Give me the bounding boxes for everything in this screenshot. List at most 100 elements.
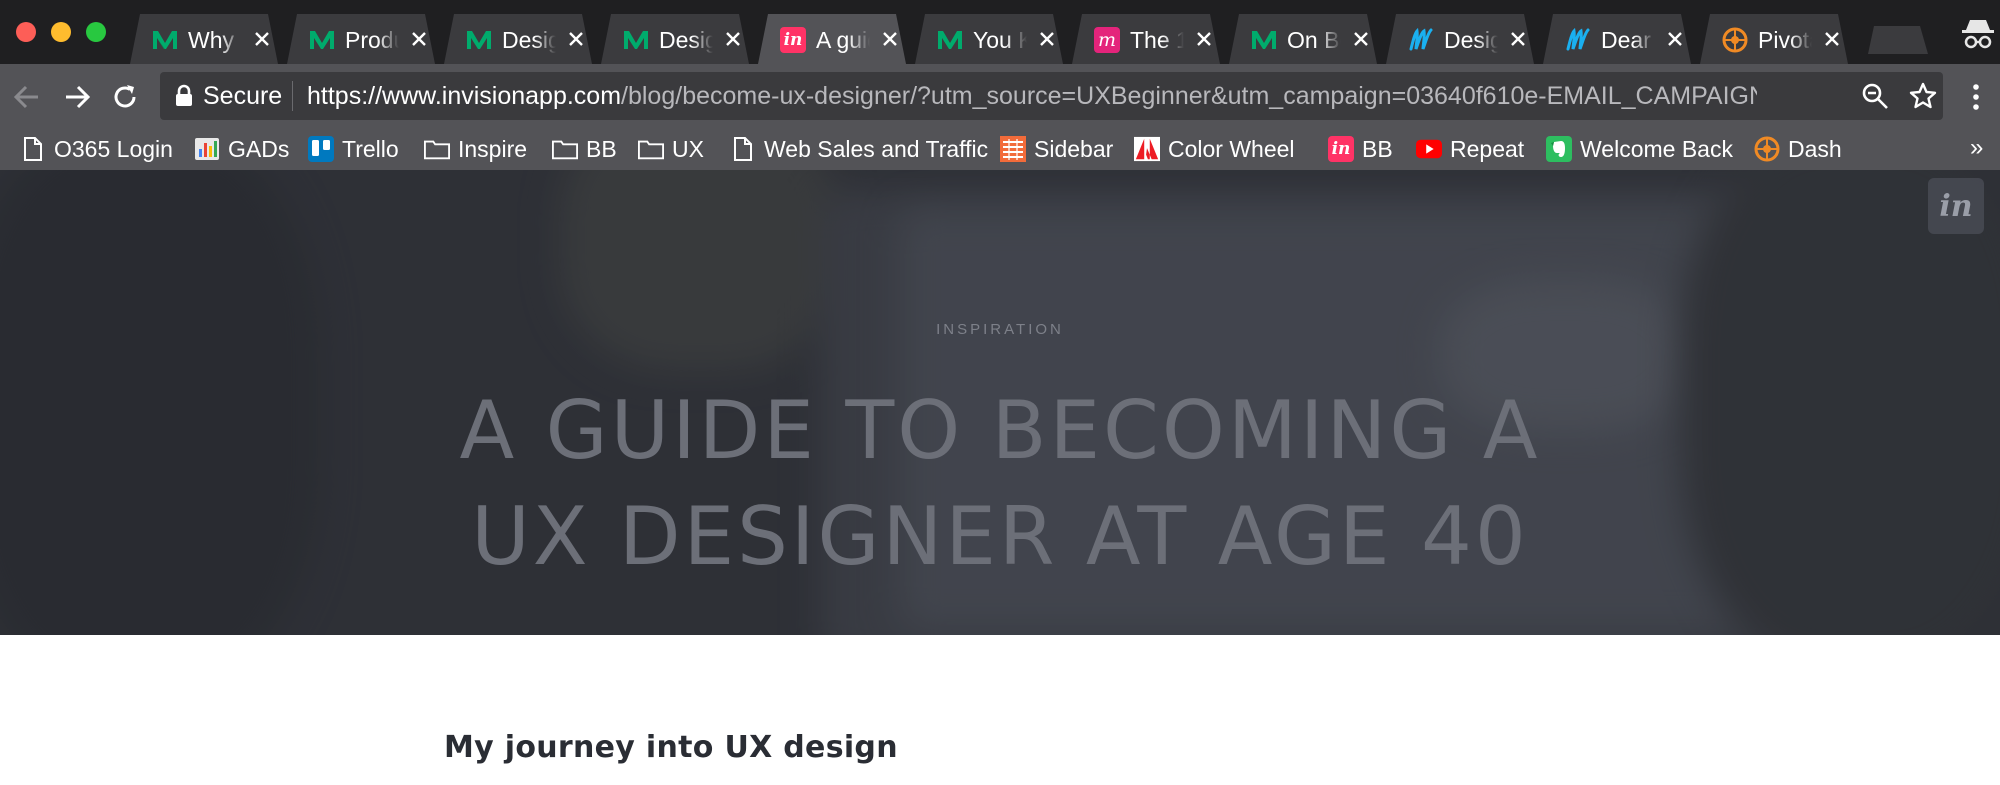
article-title-line: A GUIDE TO BECOMING A xyxy=(459,384,1541,477)
evernote-icon xyxy=(1546,136,1572,162)
tab-title: The 1, xyxy=(1130,27,1184,53)
omnibox-divider xyxy=(292,81,293,111)
article-title-line: UX DESIGNER AT AGE 40 xyxy=(471,490,1529,583)
medium-icon xyxy=(1251,27,1277,53)
bookmark-gads[interactable]: GADs xyxy=(194,132,289,166)
medium-icon xyxy=(623,27,649,53)
tab-close-icon[interactable] xyxy=(252,29,272,49)
tab-close-icon[interactable] xyxy=(723,29,743,49)
tab-close-icon[interactable] xyxy=(409,29,429,49)
bookmark-sidebar[interactable]: Sidebar xyxy=(1000,132,1113,166)
browser-tab[interactable]: Produ xyxy=(287,14,435,64)
m-blue-icon xyxy=(1408,27,1434,53)
tab-list: Why K Produ Design Design xyxy=(130,14,1857,64)
folder-icon xyxy=(424,136,450,162)
bookmark-welcome-back[interactable]: Welcome Back xyxy=(1546,132,1733,166)
more-menu-icon[interactable] xyxy=(1968,82,1984,112)
folder-icon xyxy=(552,136,578,162)
more-bookmarks-button[interactable]: » xyxy=(1970,134,1983,162)
pivotal-icon xyxy=(1722,27,1748,53)
bookmark-folder-bb[interactable]: BB xyxy=(552,132,617,166)
m-pink-icon: m xyxy=(1094,27,1120,53)
adobe-icon xyxy=(1134,136,1160,162)
invision-icon: in xyxy=(780,27,806,53)
tab-title: Design xyxy=(502,27,556,53)
address-bar[interactable]: Secure https://www.invisionapp.com/blog/… xyxy=(160,72,1943,120)
bookmark-trello[interactable]: Trello xyxy=(308,132,399,166)
secure-label: Secure xyxy=(203,82,283,110)
bookmarks-bar: O365 Login GADs Trello Inspire BB UX Web… xyxy=(0,128,2000,170)
maximize-window-button[interactable] xyxy=(86,22,106,42)
browser-tab[interactable]: Pivota xyxy=(1700,14,1848,64)
arrow-right-icon xyxy=(66,85,91,109)
bookmark-color-wheel[interactable]: Color Wheel xyxy=(1134,132,1295,166)
browser-tab[interactable]: Design xyxy=(1386,14,1534,64)
browser-tab[interactable]: Why K xyxy=(130,14,278,64)
medium-icon xyxy=(937,27,963,53)
browser-tab[interactable]: On Be xyxy=(1229,14,1377,64)
tab-title: A guid xyxy=(816,27,870,53)
invision-icon: in xyxy=(1328,136,1354,162)
minimize-window-button[interactable] xyxy=(51,22,71,42)
analytics-icon xyxy=(194,136,220,162)
tab-close-icon[interactable] xyxy=(1508,29,1528,49)
tab-close-icon[interactable] xyxy=(1194,29,1214,49)
tab-close-icon[interactable] xyxy=(1665,29,1685,49)
tab-close-icon[interactable] xyxy=(1037,29,1057,49)
back-button[interactable] xyxy=(10,80,44,114)
reload-icon xyxy=(114,85,136,108)
browser-tab[interactable]: m The 1, xyxy=(1072,14,1220,64)
bookmark-star-icon[interactable] xyxy=(1908,81,1938,111)
page-icon xyxy=(730,136,756,162)
reload-button[interactable] xyxy=(108,80,142,114)
tab-title: Pivota xyxy=(1758,27,1812,53)
youtube-icon xyxy=(1416,136,1442,162)
incognito-icon xyxy=(1962,20,1994,49)
bookmark-bb-invision[interactable]: in BB xyxy=(1328,132,1393,166)
page-icon xyxy=(20,136,46,162)
article-category[interactable]: INSPIRATION xyxy=(0,321,2000,338)
bookmark-dash[interactable]: Dash xyxy=(1754,132,1842,166)
forward-button[interactable] xyxy=(60,80,94,114)
tab-title: Design xyxy=(1444,27,1498,53)
new-tab-button[interactable] xyxy=(1868,26,1928,54)
browser-tab[interactable]: You Kn xyxy=(915,14,1063,64)
url-host: https://www.invisionapp.com xyxy=(307,82,622,110)
hero-banner: in INSPIRATION A GUIDE TO BECOMING A UX … xyxy=(0,170,2000,635)
zoom-icon[interactable] xyxy=(1860,81,1890,111)
tab-title: On Be xyxy=(1287,27,1341,53)
browser-tab[interactable]: Design xyxy=(444,14,592,64)
tab-title: You Kn xyxy=(973,27,1027,53)
arrow-left-icon xyxy=(13,85,38,109)
browser-tab[interactable]: Design xyxy=(601,14,749,64)
tab-close-icon[interactable] xyxy=(1822,29,1842,49)
lock-icon xyxy=(176,84,192,106)
browser-tab-active[interactable]: in A guid xyxy=(758,14,906,64)
browser-tab[interactable]: Dear D xyxy=(1543,14,1691,64)
sidebar-icon xyxy=(1000,136,1026,162)
bookmark-repeat[interactable]: Repeat xyxy=(1416,132,1524,166)
medium-icon xyxy=(152,27,178,53)
tab-title: Dear D xyxy=(1601,27,1655,53)
tab-close-icon[interactable] xyxy=(880,29,900,49)
medium-icon xyxy=(309,27,335,53)
article-title: A GUIDE TO BECOMING A UX DESIGNER AT AGE… xyxy=(400,378,1600,590)
bookmark-folder-inspire[interactable]: Inspire xyxy=(424,132,527,166)
m-blue-icon xyxy=(1565,27,1591,53)
trello-icon xyxy=(308,136,334,162)
tab-title: Design xyxy=(659,27,713,53)
medium-icon xyxy=(466,27,492,53)
close-window-button[interactable] xyxy=(16,22,36,42)
browser-toolbar: Secure https://www.invisionapp.com/blog/… xyxy=(0,64,2000,128)
tab-close-icon[interactable] xyxy=(1351,29,1371,49)
pivotal-icon xyxy=(1754,136,1780,162)
tab-title: Produ xyxy=(345,27,399,53)
url-text[interactable]: https://www.invisionapp.com/blog/become-… xyxy=(307,82,1757,110)
bookmark-o365-login[interactable]: O365 Login xyxy=(20,132,173,166)
section-heading: My journey into UX design xyxy=(444,730,898,765)
tab-strip: Why K Produ Design Design xyxy=(0,0,2000,64)
bookmark-folder-ux[interactable]: UX xyxy=(638,132,704,166)
invision-badge[interactable]: in xyxy=(1928,178,1984,234)
bookmark-web-sales-and-traffic[interactable]: Web Sales and Traffic xyxy=(730,132,988,166)
tab-close-icon[interactable] xyxy=(566,29,586,49)
